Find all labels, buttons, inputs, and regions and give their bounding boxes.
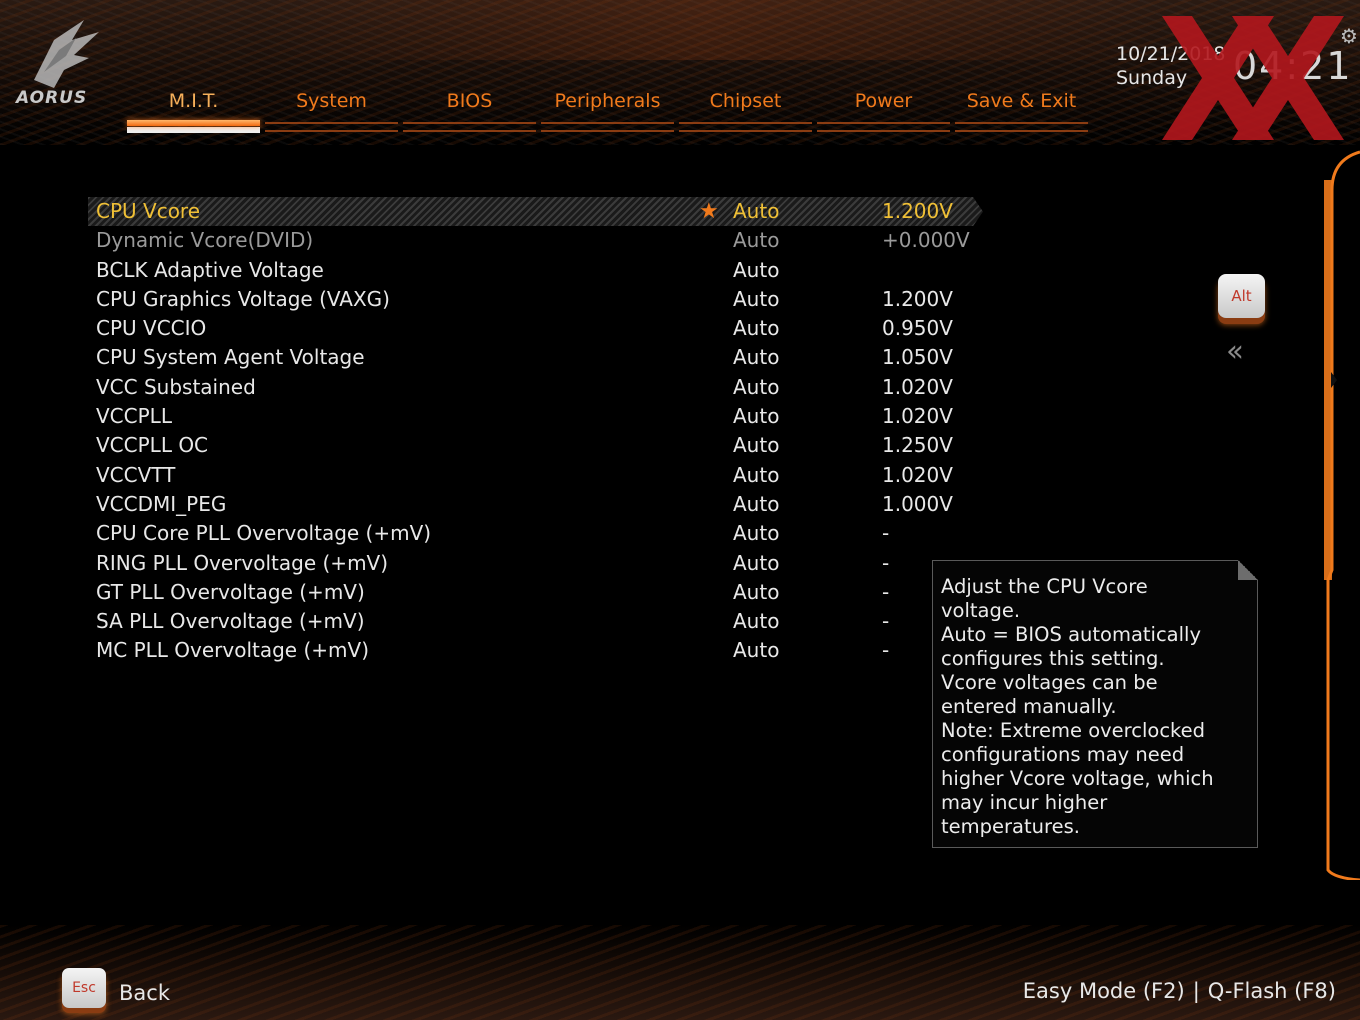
setting-row-vcc-substained[interactable]: VCC Substained Auto 1.020V [88,373,988,402]
setting-label: CPU Vcore [96,199,201,223]
setting-label: VCCVTT [96,462,176,487]
qflash-link[interactable]: Q-Flash (F8) [1208,979,1336,1003]
setting-label: RING PLL Overvoltage (+mV) [96,550,389,575]
setting-label: VCC Substained [96,374,256,399]
setting-label: CPU System Agent Voltage [96,345,365,370]
setting-value: 1.200V [882,286,953,311]
footer-separator: | [1192,979,1200,1003]
help-corner-fold [1238,560,1258,580]
watermark-xx-logo [1162,16,1344,140]
tab-save-exit[interactable]: Save & Exit [955,86,1088,132]
setting-row-vccvtt[interactable]: VCCVTT Auto 1.020V [88,461,988,490]
tab-peripherals[interactable]: Peripherals [541,86,674,132]
tab-bios[interactable]: BIOS [403,86,536,132]
alt-key-button[interactable]: Alt [1218,274,1265,318]
setting-row-vccpll[interactable]: VCCPLL Auto 1.020V [88,402,988,431]
setting-label: SA PLL Overvoltage (+mV) [96,609,365,634]
setting-value: - [882,609,890,634]
setting-row-sa-pll-overvoltage[interactable]: SA PLL Overvoltage (+mV) Auto - [88,607,988,636]
setting-label: VCCDMI_PEG [96,491,227,516]
setting-value: 0.950V [882,316,953,341]
setting-row-bclk-adaptive-voltage[interactable]: BCLK Adaptive Voltage Auto [88,256,988,285]
setting-row-cpu-graphics-voltage[interactable]: CPU Graphics Voltage (VAXG) Auto 1.200V [88,285,988,314]
setting-mode[interactable]: Auto [733,197,779,226]
setting-mode[interactable]: Auto [733,314,779,343]
setting-value: 1.050V [882,345,953,370]
setting-mode[interactable]: Auto [733,461,779,490]
chevron-right-icon [1331,372,1337,388]
setting-mode[interactable]: Auto [733,490,779,519]
setting-label: MC PLL Overvoltage (+mV) [96,638,369,663]
setting-label: CPU Core PLL Overvoltage (+mV) [96,521,432,546]
setting-mode[interactable]: Auto [733,226,779,255]
setting-value: 1.020V [882,462,953,487]
setting-value: - [882,521,890,546]
favorite-star-icon[interactable]: ★ [699,197,719,226]
easy-mode-link[interactable]: Easy Mode (F2) [1023,979,1185,1003]
setting-label: CPU Graphics Voltage (VAXG) [96,286,390,311]
setting-value: 1.020V [882,374,953,399]
setting-value: 1.020V [882,404,953,429]
setting-row-ring-pll-overvoltage[interactable]: RING PLL Overvoltage (+mV) Auto - [88,549,988,578]
setting-value: +0.000V [882,228,970,253]
setting-label: GT PLL Overvoltage (+mV) [96,579,365,604]
help-text: Adjust the CPU Vcore voltage. Auto = BIO… [941,575,1214,838]
setting-mode[interactable]: Auto [733,431,779,460]
setting-mode[interactable]: Auto [733,519,779,548]
setting-label: VCCPLL [96,404,172,429]
tab-power[interactable]: Power [817,86,950,132]
setting-mode[interactable]: Auto [733,402,779,431]
settings-list: CPU Vcore ★ Auto 1.200V Dynamic Vcore(DV… [88,197,988,666]
setting-mode[interactable]: Auto [733,373,779,402]
setting-value: - [882,550,890,575]
setting-value: 1.200V [882,199,953,223]
setting-mode[interactable]: Auto [733,578,779,607]
setting-row-mc-pll-overvoltage[interactable]: MC PLL Overvoltage (+mV) Auto - [88,636,988,665]
setting-row-vccdmi-peg[interactable]: VCCDMI_PEG Auto 1.000V [88,490,988,519]
setting-mode[interactable]: Auto [733,549,779,578]
setting-label: CPU VCCIO [96,316,207,341]
setting-label: BCLK Adaptive Voltage [96,257,324,282]
footer-background [0,925,1360,1020]
side-panel-toggle[interactable] [1324,150,1360,880]
setting-mode[interactable]: Auto [733,285,779,314]
tab-chipset[interactable]: Chipset [679,86,812,132]
setting-mode[interactable]: Auto [733,343,779,372]
setting-row-cpu-core-pll-overvoltage[interactable]: CPU Core PLL Overvoltage (+mV) Auto - [88,519,988,548]
setting-value: 1.000V [882,491,953,516]
setting-value: - [882,579,890,604]
setting-mode[interactable]: Auto [733,607,779,636]
back-button[interactable]: Back [119,981,170,1005]
double-chevron-left-icon[interactable]: ‹‹ [1226,334,1244,369]
tab-mit[interactable]: M.I.T. [127,86,260,133]
setting-row-gt-pll-overvoltage[interactable]: GT PLL Overvoltage (+mV) Auto - [88,578,988,607]
setting-label: VCCPLL OC [96,433,209,458]
setting-label: Dynamic Vcore(DVID) [96,228,314,253]
setting-value: - [882,638,890,663]
setting-row-dynamic-vcore[interactable]: Dynamic Vcore(DVID) Auto +0.000V [88,226,988,255]
setting-row-cpu-system-agent-voltage[interactable]: CPU System Agent Voltage Auto 1.050V [88,343,988,372]
setting-value: 1.250V [882,433,953,458]
setting-mode[interactable]: Auto [733,256,779,285]
footer-shortcuts: Easy Mode (F2) | Q-Flash (F8) [1023,979,1336,1003]
setting-row-vccpll-oc[interactable]: VCCPLL OC Auto 1.250V [88,431,988,460]
tab-system[interactable]: System [265,86,398,132]
setting-row-cpu-vccio[interactable]: CPU VCCIO Auto 0.950V [88,314,988,343]
brand-logo-text: AORUS [16,88,88,108]
setting-row-cpu-vcore[interactable]: CPU Vcore ★ Auto 1.200V [88,197,983,227]
esc-key-button[interactable]: Esc [62,968,106,1008]
setting-mode[interactable]: Auto [733,636,779,665]
help-panel: Adjust the CPU Vcore voltage. Auto = BIO… [932,560,1258,848]
